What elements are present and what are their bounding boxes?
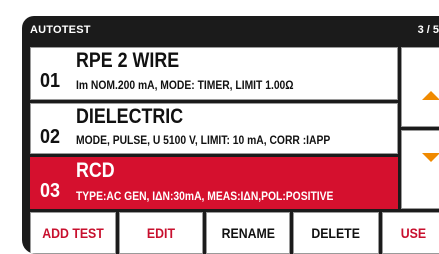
- scroll-up-button[interactable]: [401, 47, 439, 127]
- arrow-down-icon: [422, 153, 439, 162]
- screen-title: AUTOTEST: [30, 24, 91, 36]
- test-name: DIELECTRIC: [76, 105, 184, 128]
- title-bar: AUTOTEST 3 / 5: [22, 16, 439, 42]
- scroll-down-button[interactable]: [401, 130, 439, 209]
- edit-button[interactable]: EDIT: [119, 212, 203, 254]
- test-row-02[interactable]: 02 DIELECTRIC MODE, PULSE, U 5100 V, LIM…: [30, 103, 398, 154]
- use-button[interactable]: USE: [382, 212, 439, 254]
- autotest-screen: AUTOTEST 3 / 5 01 RPE 2 WIRE Im NOM.200 …: [22, 16, 439, 254]
- test-name: RCD: [76, 159, 115, 182]
- test-description: Im NOM.200 mA, MODE: TIMER, LIMIT 1.00Ω: [76, 78, 294, 92]
- test-row-01[interactable]: 01 RPE 2 WIRE Im NOM.200 mA, MODE: TIMER…: [30, 47, 398, 100]
- test-number: 03: [40, 180, 61, 202]
- test-row-03-selected[interactable]: 03 RCD TYPE:AC GEN, IΔN:30mA, MEAS:IΔN,P…: [30, 157, 398, 209]
- rename-label: RENAME: [221, 225, 275, 241]
- add-test-label: ADD TEST: [42, 225, 104, 241]
- rename-button[interactable]: RENAME: [206, 212, 290, 254]
- test-name: RPE 2 WIRE: [76, 49, 180, 72]
- arrow-up-icon: [422, 91, 439, 100]
- use-label: USE: [400, 225, 427, 241]
- add-test-button[interactable]: ADD TEST: [30, 212, 116, 254]
- delete-label: DELETE: [311, 225, 361, 241]
- delete-button[interactable]: DELETE: [293, 212, 379, 254]
- test-description: TYPE:AC GEN, IΔN:30mA, MEAS:IΔN,POL:POSI…: [76, 189, 334, 203]
- edit-label: EDIT: [146, 225, 176, 241]
- test-description: MODE, PULSE, U 5100 V, LIMIT: 10 mA, COR…: [76, 133, 331, 147]
- test-number: 01: [40, 70, 61, 92]
- test-number: 02: [40, 126, 61, 148]
- page-indicator: 3 / 5: [417, 24, 439, 36]
